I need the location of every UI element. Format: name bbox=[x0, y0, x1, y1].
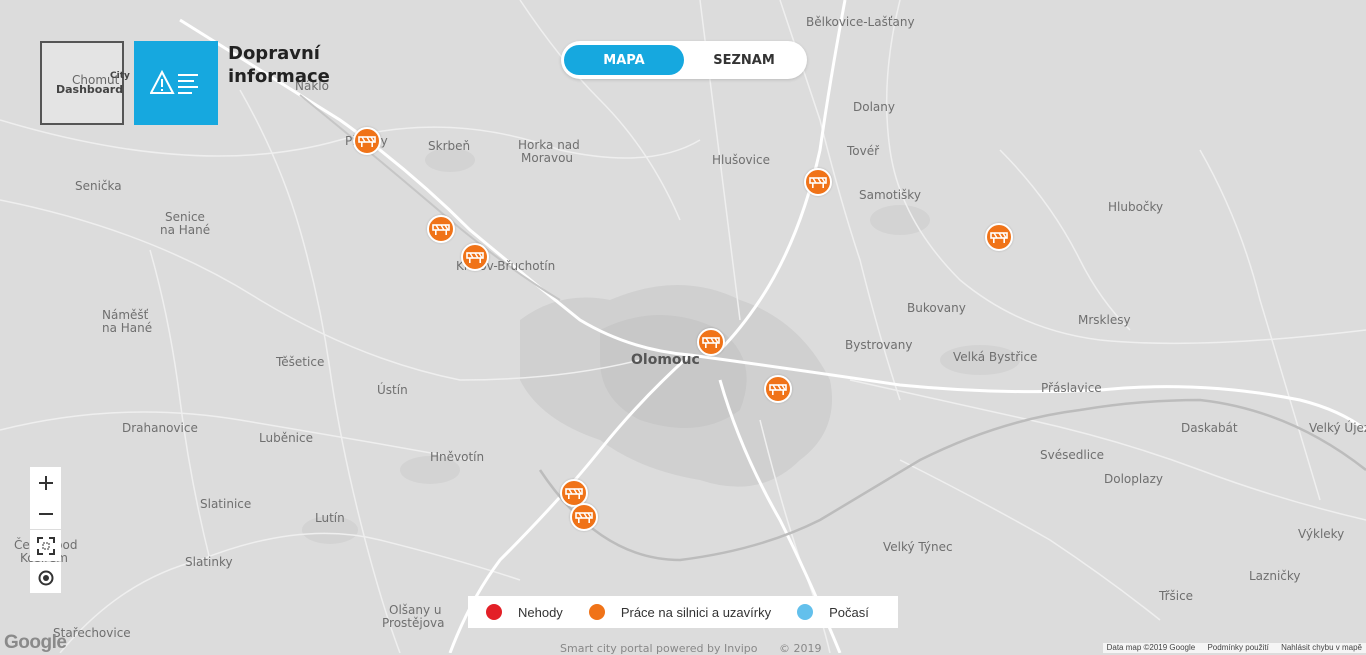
map-label: Skrbeň bbox=[428, 139, 470, 153]
fullscreen-icon bbox=[36, 536, 55, 555]
map-label: Moravou bbox=[521, 151, 573, 165]
map-label: Těšetice bbox=[275, 355, 324, 369]
map-label: Velký Týnec bbox=[883, 540, 953, 554]
minus-icon bbox=[38, 512, 53, 515]
zoom-out-button[interactable] bbox=[30, 498, 61, 529]
page-title-line-2: informace bbox=[228, 66, 330, 87]
map-label: Lutín bbox=[315, 511, 345, 525]
traffic-info-app-icon[interactable] bbox=[134, 41, 218, 125]
map-label: Senice bbox=[165, 210, 205, 224]
roadblock-icon bbox=[565, 488, 583, 499]
map-label: Drahanovice bbox=[122, 421, 198, 435]
blue-dot-icon bbox=[797, 604, 814, 620]
orange-dot-icon bbox=[588, 604, 605, 620]
map-label: Hněvotín bbox=[430, 450, 484, 464]
map-label: Bělkovice-Lašťany bbox=[806, 15, 915, 29]
view-toggle: MAPA SEZNAM bbox=[561, 41, 807, 79]
page-title-line-1: Dopravní bbox=[228, 43, 320, 64]
map-label: Velký Újezd bbox=[1309, 420, 1366, 435]
roadblock-icon bbox=[432, 224, 450, 235]
google-logo[interactable]: Google bbox=[4, 632, 67, 654]
map-label: Ústín bbox=[377, 382, 408, 397]
city-dashboard-logo[interactable]: Chomut City Dashboard bbox=[40, 41, 130, 125]
map-label: Třšice bbox=[1158, 589, 1193, 603]
terms-link[interactable]: Podmínky použití bbox=[1207, 643, 1268, 652]
plus-icon bbox=[38, 475, 53, 490]
logo-city-text: City bbox=[110, 71, 130, 81]
map-label: Lazničky bbox=[1249, 569, 1301, 583]
map-view-button[interactable]: MAPA bbox=[564, 45, 684, 75]
map-label: Luběnice bbox=[259, 431, 313, 445]
map-attribution: Data map ©2019 Google Podmínky použití N… bbox=[1102, 643, 1366, 653]
map-label: na Hané bbox=[160, 223, 210, 237]
roadwork-marker[interactable] bbox=[353, 127, 381, 155]
target-icon bbox=[38, 570, 53, 585]
roadwork-marker[interactable] bbox=[461, 243, 489, 271]
legend-label: Nehody bbox=[518, 604, 563, 620]
roadblock-icon bbox=[990, 232, 1008, 243]
map-label: Doloplazy bbox=[1104, 472, 1163, 486]
map-label: na Hané bbox=[102, 321, 152, 335]
page-title: Dopravní informace bbox=[228, 42, 348, 88]
warning-list-icon bbox=[150, 70, 198, 94]
roadblock-icon bbox=[575, 512, 593, 523]
roadblock-icon bbox=[809, 177, 827, 188]
logo-dashboard-text: Dashboard bbox=[56, 83, 124, 96]
roadwork-marker[interactable] bbox=[764, 375, 792, 403]
map-data-credit: Data map ©2019 Google bbox=[1106, 643, 1196, 652]
map-label: Samotišky bbox=[859, 188, 921, 202]
map-legend: Nehody Práce na silnici a uzavírky Počas… bbox=[468, 596, 898, 628]
map-label-city: Olomouc bbox=[631, 352, 700, 368]
roadwork-marker[interactable] bbox=[697, 328, 725, 356]
list-view-button[interactable]: SEZNAM bbox=[684, 45, 804, 75]
red-dot-icon bbox=[486, 604, 502, 620]
map-label: Daskabát bbox=[1181, 421, 1238, 435]
map-label: Tovéř bbox=[846, 144, 880, 158]
roadblock-icon bbox=[769, 384, 787, 395]
report-error-link[interactable]: Nahlásit chybu v mapě bbox=[1281, 643, 1362, 652]
roadwork-marker[interactable] bbox=[427, 215, 455, 243]
map-label: Hlubočky bbox=[1108, 200, 1163, 214]
roadwork-marker[interactable] bbox=[985, 223, 1013, 251]
legend-item-weather[interactable]: Počasí bbox=[797, 604, 869, 620]
map-label: Slatinice bbox=[200, 497, 251, 511]
map-label: Senička bbox=[75, 179, 122, 193]
map-label: Mrsklesy bbox=[1078, 313, 1131, 327]
legend-item-accidents[interactable]: Nehody bbox=[486, 604, 563, 620]
map-label: Svésedlice bbox=[1040, 448, 1104, 462]
legend-label: Počasí bbox=[829, 604, 869, 620]
map-label: Náměšť bbox=[102, 308, 149, 322]
map-label: Olšany u bbox=[389, 603, 442, 617]
map-label: Dolany bbox=[853, 100, 895, 114]
footer-year: © 2019 bbox=[779, 642, 822, 655]
legend-label: Práce na silnici a uzavírky bbox=[620, 604, 772, 620]
map-label: Výkleky bbox=[1298, 527, 1344, 541]
fullscreen-button[interactable] bbox=[30, 530, 61, 561]
map-label: Prostějova bbox=[382, 616, 445, 630]
map-label: Slatinky bbox=[185, 555, 233, 569]
map-label: Hlušovice bbox=[712, 153, 770, 167]
footer: Smart city portal powered by Invipo © 20… bbox=[560, 642, 822, 655]
locate-me-button[interactable] bbox=[30, 562, 61, 593]
zoom-in-button[interactable] bbox=[30, 467, 61, 498]
roadblock-icon bbox=[702, 337, 720, 348]
map-label: Horka nad bbox=[518, 138, 580, 152]
map-label: Velká Bystřice bbox=[953, 350, 1037, 364]
roadblock-icon bbox=[466, 252, 484, 263]
roadwork-marker[interactable] bbox=[804, 168, 832, 196]
map-label: Bukovany bbox=[907, 301, 966, 315]
roadblock-icon bbox=[358, 136, 376, 147]
roadwork-marker[interactable] bbox=[570, 503, 598, 531]
map-label: Přáslavice bbox=[1041, 381, 1102, 395]
map-label: Bystrovany bbox=[845, 338, 912, 352]
footer-text: Smart city portal powered by Invipo bbox=[560, 642, 758, 655]
legend-item-roadworks[interactable]: Práce na silnici a uzavírky bbox=[588, 604, 772, 620]
